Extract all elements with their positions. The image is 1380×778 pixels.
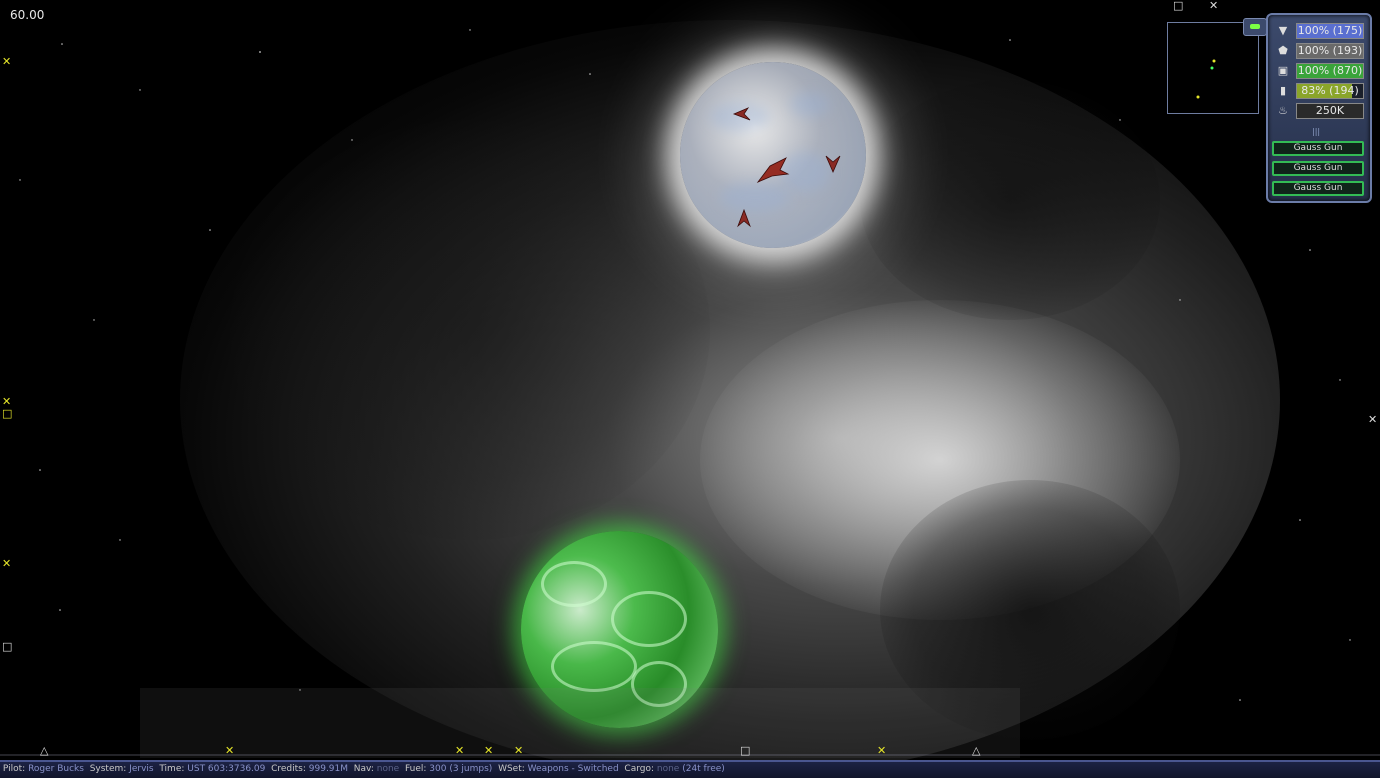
nav-marker-x-icon[interactable]: ✕ [225, 745, 234, 756]
bottom-track [0, 754, 1380, 756]
armor-icon: ⬟ [1278, 44, 1288, 57]
armor-value: 100% (193) [1297, 44, 1363, 57]
nav-marker-x-icon[interactable]: ✕ [514, 745, 523, 756]
fuel-label: Fuel: [404, 764, 427, 774]
nav-marker-x-icon[interactable]: ✕ [455, 745, 464, 756]
energy-stat: ▮ 83% (194) [1274, 83, 1364, 99]
armor-stat: ⬟ 100% (193) [1274, 43, 1364, 59]
nav-marker-x-icon[interactable]: ✕ [2, 558, 11, 569]
shield-value: 100% (175) [1297, 24, 1363, 37]
shield-bar: 100% (175) [1296, 23, 1364, 39]
energy-icon: ▮ [1279, 84, 1287, 97]
hull-icon: ▣ [1277, 64, 1289, 77]
cargo-free: (24t free) [682, 764, 725, 774]
fuel-value: 300 (3 jumps) [429, 764, 493, 774]
bottom-band [140, 688, 1020, 758]
nav-marker-x-icon[interactable]: ✕ [2, 396, 11, 407]
pilot-label: Pilot: [2, 764, 26, 774]
status-bar: Pilot: Roger Bucks System: Jervis Time: … [0, 760, 1380, 778]
nav-marker-x-icon[interactable]: ✕ [877, 745, 886, 756]
shield-stat: ▼ 100% (175) [1274, 23, 1364, 39]
nav-marker-triangle-icon[interactable]: △ [972, 745, 980, 756]
space-viewport[interactable]: 60.00 ✕ ✕ □ ✕ □ □ ✕ ✕ △ ✕ ✕ ✕ ✕ □ ✕ △ [0, 0, 1380, 760]
system-name: Jervis [129, 764, 154, 774]
radar-contact [1196, 95, 1200, 99]
nav-marker-square-icon[interactable]: □ [2, 641, 12, 652]
nav-marker-triangle-icon[interactable]: △ [40, 745, 48, 756]
nav-value: none [376, 764, 400, 774]
cargo-value: none [656, 764, 680, 774]
hull-bar: 100% (870) [1296, 63, 1364, 79]
ship-status-panel: ▼ 100% (175) ⬟ 100% (193) ▣ 100% (870) ▮… [1266, 13, 1372, 203]
weapon-slot-1[interactable]: Gauss Gun [1272, 141, 1364, 156]
nav-marker-square-icon[interactable]: □ [740, 745, 750, 756]
ship-cruiser[interactable] [756, 156, 790, 184]
ship-fighter[interactable] [736, 208, 752, 228]
time-label: Time: [159, 764, 185, 774]
nav-marker-square-icon[interactable]: □ [1173, 0, 1183, 11]
nav-marker-x-icon[interactable]: ✕ [1209, 0, 1218, 11]
panel-divider: ||| [1312, 127, 1321, 136]
energy-bar: 83% (194) [1296, 83, 1364, 99]
nav-marker-x-icon[interactable]: ✕ [2, 56, 11, 67]
armor-bar: 100% (193) [1296, 43, 1364, 59]
hull-value: 100% (870) [1297, 64, 1363, 77]
speed-icon: ♨ [1278, 104, 1288, 117]
speed-stat: ♨ 250K [1274, 103, 1364, 119]
ship-fighter[interactable] [732, 106, 752, 122]
radar-contact [1212, 59, 1216, 63]
wset-value: Weapons - Switched [527, 764, 619, 774]
shield-icon: ▼ [1278, 24, 1288, 37]
credits-label: Credits: [271, 764, 306, 774]
nav-marker-square-icon[interactable]: □ [2, 408, 12, 419]
weapon-slot-3[interactable]: Gauss Gun [1272, 181, 1364, 196]
radar-toggle-button[interactable] [1243, 18, 1267, 36]
cargo-label: Cargo: [624, 764, 654, 774]
hull-stat: ▣ 100% (870) [1274, 63, 1364, 79]
nav-marker-x-icon[interactable]: ✕ [1368, 414, 1377, 425]
system-label: System: [89, 764, 127, 774]
speed-bar: 250K [1296, 103, 1364, 119]
pilot-name: Roger Bucks [28, 764, 84, 774]
wset-label: WSet: [498, 764, 525, 774]
nav-marker-x-icon[interactable]: ✕ [484, 745, 493, 756]
radar-contact [1210, 66, 1214, 70]
energy-value: 83% (194) [1301, 84, 1359, 97]
speed-value: 250K [1315, 104, 1345, 117]
weapon-slot-2[interactable]: Gauss Gun [1272, 161, 1364, 176]
time-value: UST 603:3736.09 [187, 764, 266, 774]
nav-label: Nav: [353, 764, 374, 774]
ship-fighter[interactable] [824, 154, 842, 174]
credits-value: 999.91M [308, 764, 349, 774]
fps-counter: 60.00 [10, 8, 45, 22]
